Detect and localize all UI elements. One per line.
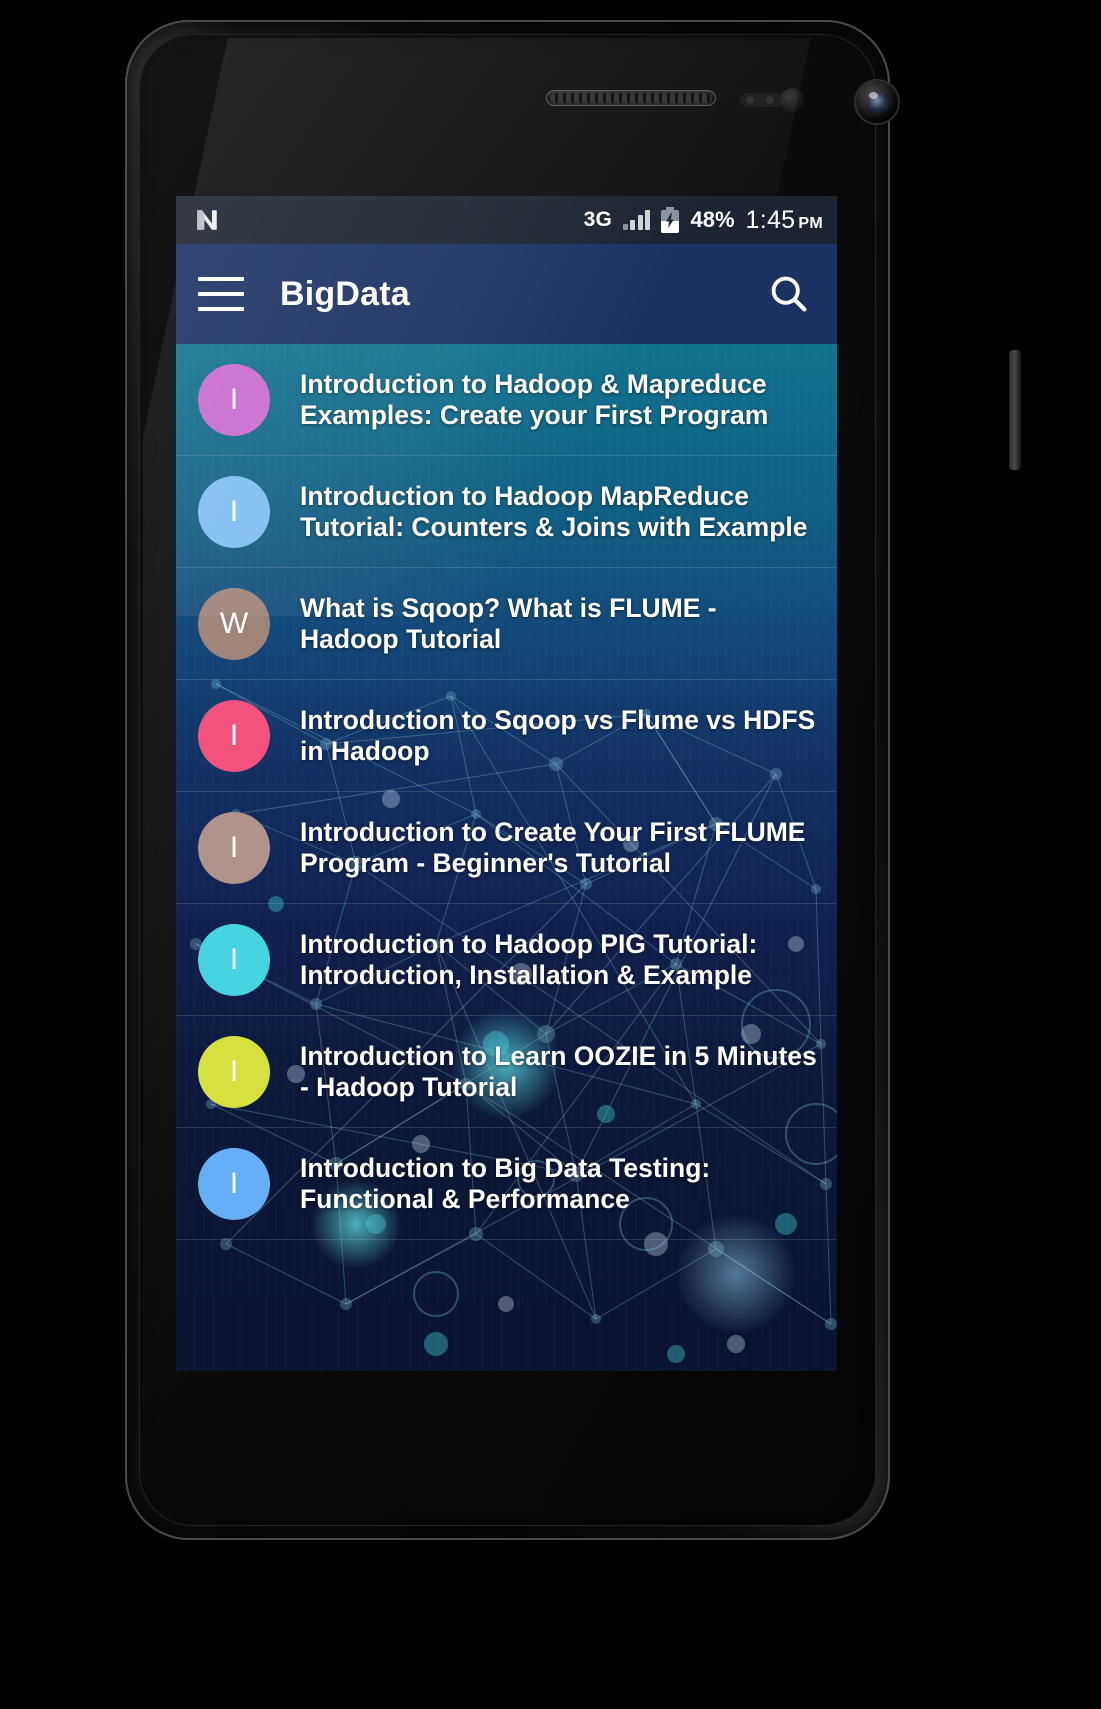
list-item[interactable]: I Introduction to Learn OOZIE in 5 Minute… <box>176 1016 837 1128</box>
avatar: I <box>198 475 270 548</box>
clock-time: 1:45 <box>745 205 796 234</box>
power-button[interactable] <box>1009 350 1021 470</box>
signal-bars-icon <box>622 210 651 230</box>
hamburger-line-1 <box>198 277 244 281</box>
clock-ampm: PM <box>798 214 823 232</box>
proximity-sensor-icon <box>740 93 784 107</box>
avatar: I <box>198 363 270 436</box>
list-item-title: Introduction to Sqoop vs Flume vs HDFS i… <box>300 704 816 766</box>
sensor-dot-right <box>766 96 774 104</box>
list-item-title: Introduction to Hadoop MapReduce Tutoria… <box>300 480 808 542</box>
app-title: BigData <box>280 274 410 313</box>
app-bar: BigData <box>176 244 837 344</box>
speaker-holes <box>550 93 712 103</box>
screenshot-root: 3G 48% 1:45 PM BigData I Introduction to… <box>0 0 1101 1709</box>
avatar: I <box>198 811 270 884</box>
list-item[interactable]: I Introduction to Create Your First FLUME… <box>176 792 837 904</box>
tutorial-list-container[interactable]: I Introduction to Hadoop & Mapreduce Exam… <box>176 344 837 1371</box>
avatar-initial: I <box>229 1166 239 1200</box>
hamburger-line-2 <box>198 292 244 296</box>
charging-bolt-icon <box>666 213 675 228</box>
avatar: I <box>198 1147 270 1220</box>
list-item[interactable]: I Introduction to Sqoop vs Flume vs HDFS … <box>176 680 837 792</box>
front-camera-icon <box>854 79 900 125</box>
search-icon <box>771 276 807 312</box>
avatar-initial: I <box>229 718 239 752</box>
status-bar-right-cluster: 3G 48% 1:45 PM <box>584 206 823 235</box>
avatar: I <box>198 923 270 996</box>
battery-percent-label: 48% <box>690 207 735 232</box>
list-item-title: Introduction to Hadoop & Mapreduce Examp… <box>300 368 769 430</box>
list-item-title: Introduction to Hadoop PIG Tutorial: Int… <box>300 928 758 990</box>
tutorial-list: I Introduction to Hadoop & Mapreduce Exam… <box>176 344 837 1240</box>
list-item-title: What is Sqoop? What is FLUME - Hadoop Tu… <box>300 592 717 654</box>
avatar-initial: I <box>229 1054 239 1088</box>
phone-screen: 3G 48% 1:45 PM BigData I Introduction to… <box>176 196 837 1371</box>
avatar-initial: I <box>229 942 239 976</box>
hamburger-line-3 <box>198 307 244 311</box>
status-bar: 3G 48% 1:45 PM <box>176 196 837 244</box>
list-item[interactable]: W What is Sqoop? What is FLUME - Hadoop T… <box>176 568 837 680</box>
list-item-title: Introduction to Create Your First FLUME … <box>300 816 806 878</box>
signal-bar-3 <box>637 215 643 230</box>
signal-bar-1 <box>622 224 628 230</box>
battery-charging-icon <box>661 207 680 233</box>
avatar: I <box>198 699 270 772</box>
list-item-title: Introduction to Learn OOZIE in 5 Minutes… <box>300 1040 817 1102</box>
avatar-initial: W <box>219 606 249 640</box>
light-sensor-icon <box>780 88 804 112</box>
network-type-label: 3G <box>583 208 612 231</box>
search-button[interactable] <box>763 268 815 320</box>
sensor-dot-left <box>746 96 754 104</box>
avatar: I <box>198 1035 270 1108</box>
avatar-initial: I <box>229 494 239 528</box>
list-item[interactable]: I Introduction to Hadoop MapReduce Tutori… <box>176 456 837 568</box>
list-item[interactable]: I Introduction to Hadoop & Mapreduce Exam… <box>176 344 837 456</box>
signal-bar-4 <box>645 210 651 230</box>
list-item[interactable]: I Introduction to Hadoop PIG Tutorial: In… <box>176 904 837 1016</box>
list-item-title: Introduction to Big Data Testing: Functi… <box>300 1152 711 1214</box>
list-item[interactable]: I Introduction to Big Data Testing: Funct… <box>176 1128 837 1240</box>
avatar: W <box>198 587 270 660</box>
speaker-grille-icon <box>546 90 716 106</box>
avatar-initial: I <box>229 382 239 416</box>
hamburger-menu-icon[interactable] <box>198 277 244 311</box>
android-n-logo-icon <box>197 210 217 230</box>
clock-label: 1:45 PM <box>746 206 823 235</box>
avatar-initial: I <box>229 830 239 864</box>
signal-bar-2 <box>630 220 636 230</box>
